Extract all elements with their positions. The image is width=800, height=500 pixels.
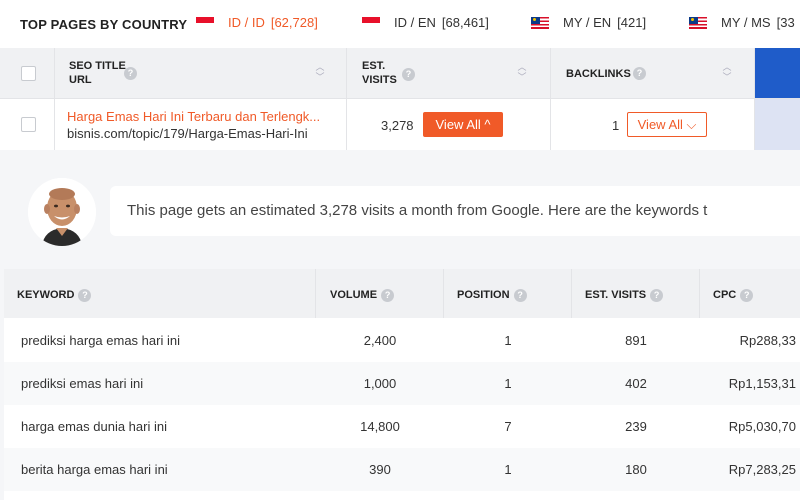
malaysia-flag-icon [531,16,549,29]
tab-count: [62,728] [270,15,318,30]
malaysia-flag-icon [689,16,707,29]
pages-table-extra-column[interactable] [755,48,800,98]
header-label: CPC [713,289,737,301]
visits-message: This page gets an estimated 3,278 visits… [127,202,708,219]
volume-cell: 390 [369,462,391,477]
keyword-cell[interactable]: harga emas dunia hari ini [21,419,167,434]
header-label: BACKLINKS [566,68,631,80]
column-divider [346,48,347,150]
indonesia-flag-icon [362,16,380,29]
keyword-cell[interactable]: prediksi harga emas hari ini [21,333,180,348]
volume-cell: 2,400 [363,333,397,348]
visits-cell: 891 [625,333,647,348]
column-divider [550,48,551,150]
avatar [28,178,96,246]
table-row: harga emas dunia hari ini 14,800 7 239 R… [4,405,800,448]
header-label: VOLUME [330,289,378,301]
cpc-cell: Rp5,030,70 [728,419,796,434]
column-divider [571,269,572,318]
keyword-header[interactable]: KEYWORD? [17,288,92,302]
seo-title-header[interactable]: SEO TITLE URL [69,59,126,87]
indonesia-flag-icon [196,16,214,29]
help-icon[interactable]: ? [633,67,646,80]
help-icon[interactable]: ? [78,288,92,302]
tab-my-en[interactable]: MY / EN [421] [531,15,646,30]
column-divider [315,269,316,318]
sort-icon[interactable]: ︿ ﹀ [517,62,527,82]
page-url: bisnis.com/topic/179/Harga-Emas-Hari-Ini [67,126,308,141]
tab-id-id[interactable]: ID / ID [62,728] [196,15,318,30]
cpc-cell: Rp7,283,25 [728,462,796,477]
keywords-table-header [4,269,800,318]
column-divider [754,48,755,150]
table-row: prediksi emas hari ini 1,000 1 402 Rp1,1… [4,362,800,405]
help-icon[interactable]: ? [513,288,527,302]
row-checkbox[interactable] [21,117,36,132]
column-divider [699,269,700,318]
tab-count: [33 [776,15,795,30]
visits-value: 3,278 [381,118,414,133]
section-title: TOP PAGES BY COUNTRY [20,17,188,32]
view-all-backlinks-button[interactable]: View All ⌵ [627,112,707,137]
top-pages-country-bar: TOP PAGES BY COUNTRY ID / ID [62,728] ID… [0,0,800,48]
pages-table-extra-cell [755,99,800,150]
tab-label: ID / ID [228,15,265,30]
cpc-cell: Rp288,33 [739,333,796,348]
backlinks-value: 1 [612,118,620,133]
header-label: POSITION [457,289,510,301]
visits-cell: 402 [625,376,647,391]
header-label: KEYWORD [17,289,75,301]
column-divider [54,48,55,150]
header-label: EST. VISITS [585,289,647,301]
volume-header[interactable]: VOLUME? [330,288,395,302]
volume-cell: 14,800 [360,419,400,434]
tab-count: [421] [617,15,647,30]
tab-label: ID / EN [394,15,436,30]
tab-id-en[interactable]: ID / EN [68,461] [362,15,489,30]
position-header[interactable]: POSITION? [457,288,527,302]
visits-cell: 180 [625,462,647,477]
position-cell: 1 [504,462,512,477]
sort-icon[interactable]: ︿ ﹀ [722,62,732,82]
page-title-link[interactable]: Harga Emas Hari Ini Terbaru dan Terlengk… [67,109,320,124]
help-icon[interactable]: ? [740,288,754,302]
volume-cell: 1,000 [363,376,397,391]
keyword-cell[interactable]: berita harga emas hari ini [21,462,168,477]
position-cell: 7 [504,419,512,434]
est-visits-header[interactable]: EST. VISITS? [585,288,664,302]
help-icon[interactable]: ? [124,67,137,80]
help-icon[interactable]: ? [381,288,395,302]
keyword-cell[interactable]: prediksi emas hari ini [21,376,143,391]
table-row: berita harga emas hari ini 390 1 180 Rp7… [4,448,800,491]
sort-icon[interactable]: ︿ ﹀ [315,62,325,82]
tab-count: [68,461] [441,15,489,30]
header-label: VISITS [362,74,397,86]
select-all-checkbox[interactable] [21,66,36,81]
tab-label: MY / EN [563,15,612,30]
person-icon [28,178,96,246]
tab-label: MY / MS [721,15,771,30]
tab-my-ms[interactable]: MY / MS [33 [689,15,795,30]
backlinks-header[interactable]: BACKLINKS [566,67,631,81]
visits-cell: 239 [625,419,647,434]
view-all-visits-button[interactable]: View All ^ [423,112,503,137]
help-icon[interactable]: ? [650,288,664,302]
cpc-header[interactable]: CPC? [713,288,754,302]
table-row: prediksi harga emas hari ini 2,400 1 891… [4,319,800,362]
column-divider [443,269,444,318]
position-cell: 1 [504,333,512,348]
header-label: SEO TITLE [69,60,126,72]
cpc-cell: Rp1,153,31 [728,376,796,391]
help-icon[interactable]: ? [402,68,415,81]
position-cell: 1 [504,376,512,391]
est-visits-header[interactable]: EST. VISITS [362,59,397,87]
header-label: EST. [362,60,386,72]
header-label: URL [69,74,92,86]
